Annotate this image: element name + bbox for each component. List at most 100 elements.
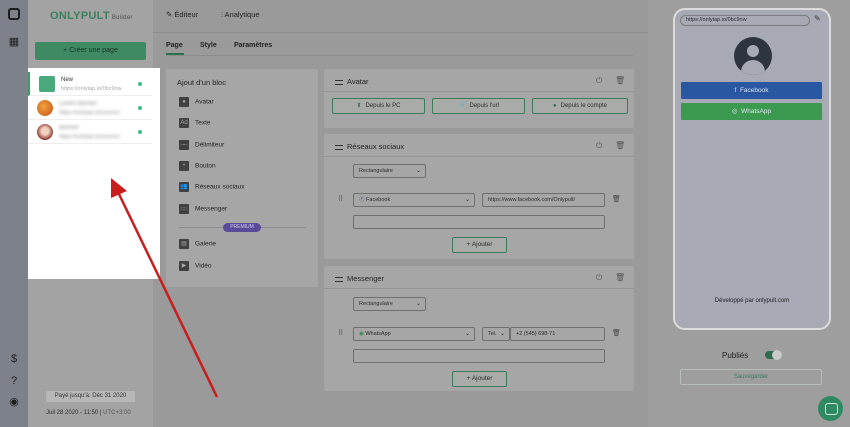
block-social[interactable]: 👥 Réseaux sociaux [179,182,245,192]
page-thumbnail [39,76,55,92]
subtab-page[interactable]: Page [166,42,183,49]
tab-editor[interactable]: ✎ Éditeur [166,10,198,19]
published-label: Publiés [722,351,749,360]
power-icon[interactable]: ⏻ [596,76,602,86]
drag-dots-icon[interactable]: ⠿ [338,195,343,203]
preview-area: https://onlytap.io/0bc9nw ✎ f Facebook ◎… [648,0,850,427]
drag-handle-icon[interactable] [335,276,343,282]
status-dot [138,82,142,86]
card-divider [324,91,634,92]
upload-url-button[interactable]: 🔗 Depuis l'url [432,98,525,114]
facebook-icon: ⓕ [359,197,365,203]
block-text[interactable]: Ad Texte [179,118,211,128]
icon-rail: ▦ $ ? ◉ [0,0,28,427]
trash-icon[interactable]: 🗑 [615,76,625,85]
messenger-shape-select[interactable]: Rectangulaire ⌄ [353,297,426,311]
add-block-panel: Ajout d'un bloc ● Avatar Ad Texte — Délimit… [166,69,318,287]
chevron-down-icon: ⌄ [499,331,505,337]
avatar-card: Avatar ⏻ 🗑 ⬆ Depuis le PC 🔗 Depuis l'url ●… [324,69,634,128]
block-button[interactable]: + Bouton [179,161,216,171]
upload-account-button[interactable]: ● Depuis le compte [532,98,628,114]
page-name: Lorem blurred [59,101,97,107]
preview-whatsapp-button[interactable]: ◎ WhatsApp [681,103,822,120]
editor-area: ✎ Éditeur ⫶ Analytique Page Style Paramè… [153,0,648,427]
trash-icon[interactable]: 🗑 [615,273,625,282]
page-url: https://onlytap.io/xxxxxxx [59,110,120,116]
social-extra-input[interactable] [353,215,605,229]
trash-icon[interactable]: 🗑 [612,329,621,337]
button-icon: + [179,161,189,171]
drag-dots-icon[interactable]: ⠿ [338,329,343,337]
social-card: Réseaux sociaux ⏻ 🗑 Rectangulaire ⌄ ⠿ ⓕ F… [324,134,634,259]
social-network-select[interactable]: ⓕ Facebook ⌄ [353,193,475,207]
avatar-icon: ● [179,97,189,107]
link-icon: 🔗 [458,103,466,109]
page-item[interactable]: Blurred https://onlytap.io/xxxxxxx [28,120,152,144]
social-link-input[interactable]: https://www.facebook.com/Onlypult/ [482,193,605,207]
chat-support-icon[interactable] [818,396,843,421]
published-toggle[interactable] [765,350,782,360]
preview-facebook-button[interactable]: f Facebook [681,82,822,99]
social-card-title: Réseaux sociaux [335,142,404,151]
status-dot [138,106,142,110]
page-url: https://onlytap.io/0bc9nw [61,86,122,92]
tab-analytics[interactable]: ⫶ Analytique [221,10,260,20]
block-messenger[interactable]: ▭ Messenger [179,204,227,214]
text-icon: Ad [179,118,189,128]
messenger-card-title: Messenger [335,274,384,283]
card-divider [324,288,634,289]
subtab-settings[interactable]: Paramètres [234,42,272,49]
whatsapp-icon: ◉ [359,331,364,337]
add-block-title: Ajout d'un bloc [177,78,226,87]
chat-icon: ▭ [179,204,189,214]
power-icon[interactable]: ⏻ [596,273,602,283]
messenger-network-select[interactable]: ◉ WhatsApp ⌄ [353,327,475,341]
upload-pc-button[interactable]: ⬆ Depuis le PC [332,98,425,114]
account-icon[interactable]: ◉ [7,395,21,409]
avatar-card-title: Avatar [335,77,369,86]
save-button[interactable]: Sauvegarder [680,369,822,385]
pages-sidebar: ONLYPULT Builder + Créer une page New htt… [28,0,160,427]
date-time: Juil 28 2020 - 11:50 | UTC+3:00 [46,410,131,416]
social-shape-select[interactable]: Rectangulaire ⌄ [353,164,426,178]
instagram-icon[interactable] [8,8,20,20]
people-icon: 👥 [179,182,189,192]
pages-list: New https://onlytap.io/0bc9nw Lorem blur… [28,68,160,279]
grid-icon[interactable]: ▦ [7,35,21,49]
pencil-icon[interactable]: ✎ [814,14,821,23]
page-name: New [61,77,74,83]
subtabs-divider [166,55,633,56]
trash-icon[interactable]: 🗑 [612,195,621,203]
block-gallery[interactable]: ▤ Galerie [179,239,216,249]
gallery-icon: ▤ [179,239,189,249]
power-icon[interactable]: ⏻ [596,141,602,151]
chevron-down-icon: ⌄ [415,168,421,174]
help-icon[interactable]: ? [7,374,21,388]
block-divider[interactable]: — Délimiteur [179,140,224,150]
page-item[interactable]: New https://onlytap.io/0bc9nw [28,72,152,96]
subtab-style[interactable]: Style [200,42,217,49]
chevron-down-icon: ⌄ [464,331,470,337]
page-url: https://onlytap.io/xxxxxxx [59,134,120,140]
page-item[interactable]: Lorem blurred https://onlytap.io/xxxxxxx [28,96,152,120]
dollar-icon[interactable]: $ [7,352,21,366]
drag-handle-icon[interactable] [335,144,343,150]
phone-type-select[interactable]: Tel. ⌄ [482,327,510,341]
brand-logo: ONLYPULT Builder [50,10,133,22]
phone-input[interactable]: +2 (545) 698-71 [510,327,605,341]
pencil-icon: ✎ [166,10,173,19]
create-page-button[interactable]: + Créer une page [35,42,146,60]
block-video[interactable]: ▶ Vidéo [179,261,212,271]
card-divider [324,156,634,157]
drag-handle-icon[interactable] [335,79,343,85]
add-social-button[interactable]: + Ajouter [452,237,507,253]
tabs-divider [153,32,648,33]
trash-icon[interactable]: 🗑 [615,141,625,150]
preview-url[interactable]: https://onlytap.io/0bc9nw [680,15,810,26]
account-icon: ● [553,103,557,109]
add-messenger-button[interactable]: + Ajouter [452,371,507,387]
upload-icon: ⬆ [356,103,362,109]
premium-badge: PREMIUM [223,223,261,232]
block-avatar[interactable]: ● Avatar [179,97,214,107]
messenger-extra-input[interactable] [353,349,605,363]
